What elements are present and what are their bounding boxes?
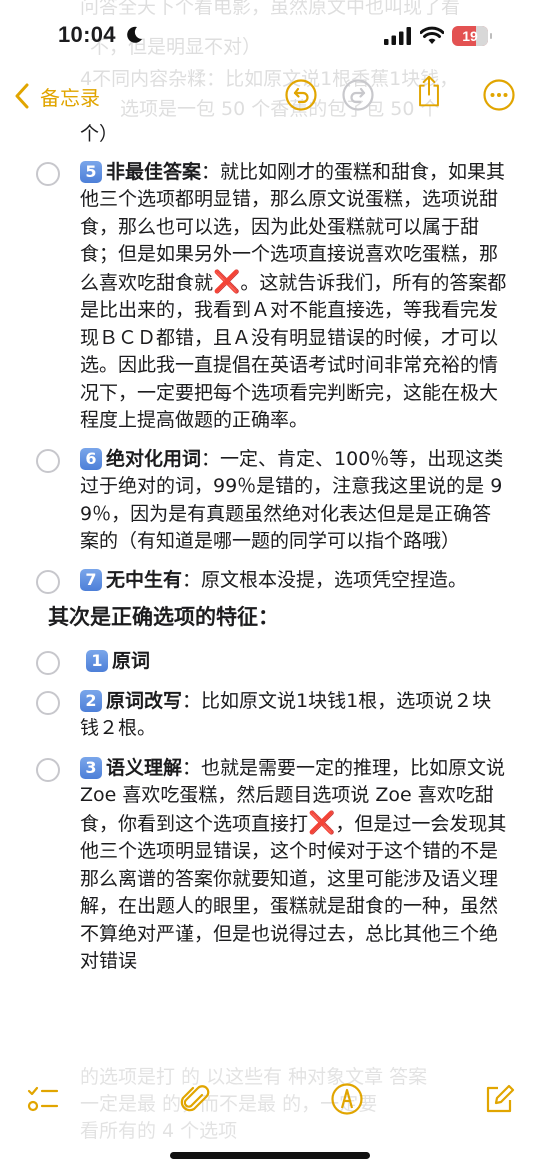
- compose-icon[interactable]: [482, 1082, 516, 1116]
- cross-mark-icon: ❌: [308, 810, 336, 836]
- item-keyword: 原词改写: [106, 689, 183, 712]
- number-emoji-badge: 5: [80, 160, 102, 183]
- back-label: 备忘录: [40, 85, 100, 110]
- checkbox-circle[interactable]: [36, 651, 60, 675]
- checklist-item: 2 原词改写：比如原文说1块钱1根，选项说２块钱２根。: [0, 688, 540, 743]
- checkbox-circle[interactable]: [36, 757, 60, 782]
- checklist-item: 1 原词: [0, 648, 540, 676]
- checkbox-circle[interactable]: [36, 161, 60, 186]
- home-indicator[interactable]: [170, 1152, 370, 1159]
- clock: 10:04: [58, 22, 116, 47]
- checkbox-circle[interactable]: [36, 448, 60, 473]
- number-emoji-badge: 2: [80, 689, 102, 712]
- item-text: 5 非最佳答案：就比如刚才的蛋糕和甜食，如果其他三个选项都明显错，那么原文说蛋糕，…: [80, 159, 510, 435]
- item-text: 1 原词: [80, 648, 510, 676]
- item-body: ：原文根本没提，选项凭空捏造。: [182, 568, 468, 591]
- wifi-icon: [420, 26, 444, 44]
- item-keyword: 非最佳答案: [106, 160, 202, 183]
- moon-icon: [127, 26, 142, 43]
- battery-indicator: 19: [452, 26, 492, 46]
- item-keyword: 绝对化用词: [106, 447, 202, 470]
- checkbox-circle[interactable]: [36, 690, 60, 715]
- item-body-cont: ，但是过一会发现其他三个选项明显错误，这个时候对于这个错的不是那么离谱的答案你就…: [80, 812, 507, 973]
- checklist-icon[interactable]: [26, 1082, 60, 1116]
- chevron-left-icon: [15, 83, 29, 109]
- navigation-bar: 备忘录: [0, 72, 540, 120]
- markup-pen-icon[interactable]: [330, 1082, 364, 1116]
- checklist-item: 5 非最佳答案：就比如刚才的蛋糕和甜食，如果其他三个选项都明显错，那么原文说蛋糕，…: [0, 159, 540, 435]
- item-keyword: 无中生有: [106, 568, 183, 591]
- checklist-item: 7 无中生有：原文根本没提，选项凭空捏造。: [0, 567, 540, 595]
- section-heading: 其次是正确选项的特征：: [48, 605, 279, 629]
- bottom-toolbar: [0, 1070, 540, 1130]
- number-emoji-badge: 3: [80, 756, 102, 779]
- number-emoji-badge: 7: [80, 568, 102, 591]
- back-button[interactable]: 备忘录: [14, 80, 100, 112]
- note-body[interactable]: 个） 5 非最佳答案：就比如刚才的蛋糕和甜食，如果其他三个选项都明显错，那么原文说…: [0, 120, 540, 976]
- item-keyword: 原词: [112, 650, 151, 672]
- number-emoji-badge: 6: [80, 447, 102, 470]
- item-body-cont: 。这就告诉我们，所有的答案都是比出来的，我看到Ａ对不能直接选，等我看完发现ＢＣＤ…: [80, 271, 507, 432]
- number-emoji-badge: 1: [86, 650, 108, 672]
- item-text: 7 无中生有：原文根本没提，选项凭空捏造。: [80, 567, 510, 595]
- item-text: 3 语义理解：也就是需要一定的推理，比如原文说 Zoe 喜欢吃蛋糕，然后题目选项说…: [80, 755, 510, 976]
- checkbox-circle[interactable]: [36, 569, 60, 594]
- cross-mark-icon: ❌: [213, 269, 241, 295]
- status-bar: 10:04 19: [0, 0, 540, 72]
- share-icon[interactable]: [412, 74, 446, 108]
- cellular-signal-icon: [384, 27, 411, 45]
- more-icon[interactable]: [482, 78, 516, 112]
- redo-icon[interactable]: [341, 78, 375, 112]
- item-text: 6 绝对化用词：一定、肯定、100％等，出现这类过于绝对的词，99％是错的，注意我…: [80, 446, 510, 556]
- undo-icon[interactable]: [284, 78, 318, 112]
- intro-tail-text: 个）: [80, 123, 119, 145]
- battery-level: 19: [462, 28, 478, 44]
- item-keyword: 语义理解: [106, 756, 183, 779]
- checklist-item: 6 绝对化用词：一定、肯定、100％等，出现这类过于绝对的词，99％是错的，注意我…: [0, 446, 540, 556]
- item-text: 2 原词改写：比如原文说1块钱1根，选项说２块钱２根。: [80, 688, 510, 743]
- checklist-item: 3 语义理解：也就是需要一定的推理，比如原文说 Zoe 喜欢吃蛋糕，然后题目选项说…: [0, 755, 540, 976]
- paperclip-icon[interactable]: [178, 1082, 212, 1116]
